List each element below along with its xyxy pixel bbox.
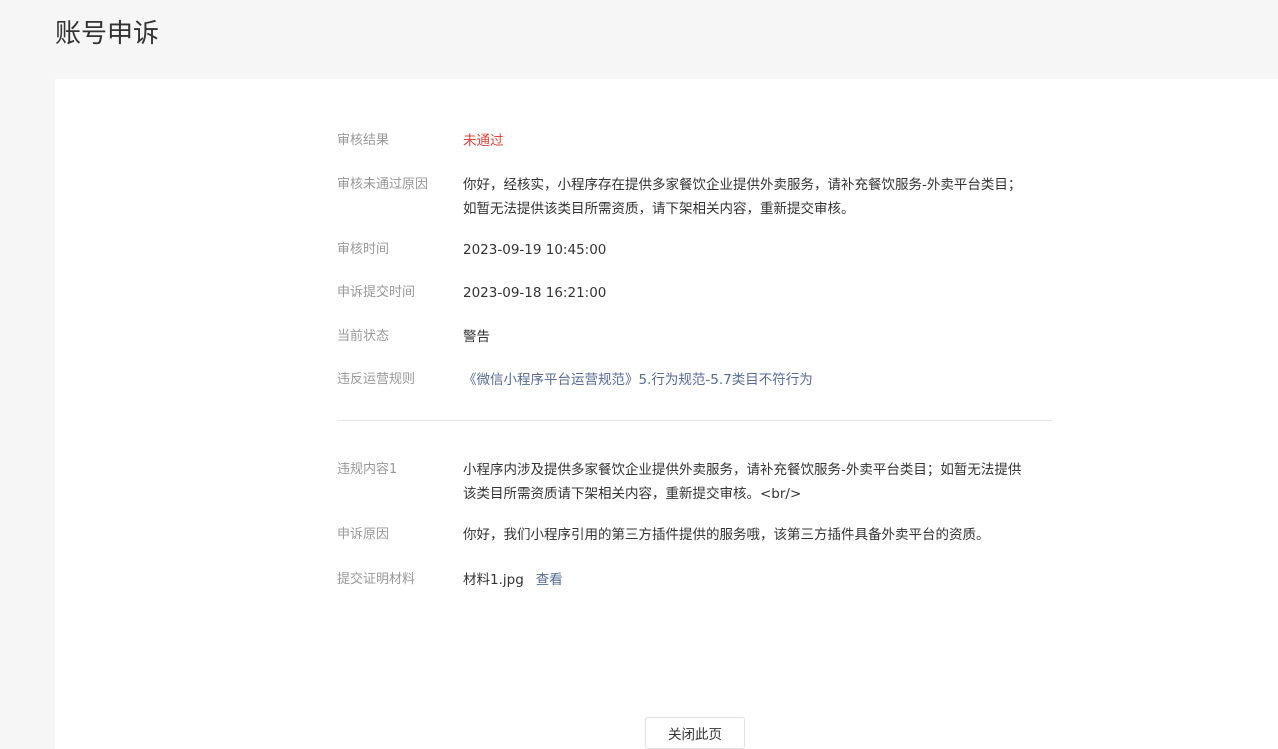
submit-time-label: 申诉提交时间 (337, 285, 416, 300)
appeal-reason-value: 你好，我们小程序引用的第三方插件提供的服务哦，该第三方插件具备外卖平台的资质。 (463, 527, 990, 543)
reject-reason-line-2: 如暂无法提供该类目所需资质，请下架相关内容，重新提交审核。 (463, 201, 855, 217)
view-material-link[interactable]: 查看 (536, 572, 563, 588)
review-time-label: 审核时间 (337, 242, 390, 257)
close-page-button[interactable]: 关闭此页 (645, 717, 745, 749)
violated-rule-link[interactable]: 《微信小程序平台运营规范》5.行为规范-5.7类目不符行为 (463, 368, 1053, 392)
violation-content-value: 小程序内涉及提供多家餐饮企业提供外卖服务，请补充餐饮服务-外卖平台类目；如暂无法… (463, 458, 1053, 506)
violation-content-line-2: 该类目所需资质请下架相关内容，重新提交审核。<br/> (463, 486, 802, 502)
section-divider (337, 420, 1052, 421)
current-status-label: 当前状态 (337, 329, 390, 344)
violation-content-line-1: 小程序内涉及提供多家餐饮企业提供外卖服务，请补充餐饮服务-外卖平台类目；如暂无法… (463, 462, 1022, 478)
submit-time-value: 2023-09-18 16:21:00 (463, 285, 607, 301)
violation-content-label: 违规内容1 (337, 462, 398, 477)
violated-rule-label: 违反运营规则 (337, 372, 416, 387)
evidence-materials-label: 提交证明材料 (337, 572, 416, 587)
review-result-label: 审核结果 (337, 133, 390, 148)
reject-reason-value: 你好，经核实，小程序存在提供多家餐饮企业提供外卖服务，请补充餐饮服务-外卖平台类… (463, 173, 1053, 221)
evidence-materials-value: 材料1.jpg 查看 (463, 568, 1053, 592)
current-status-value: 警告 (463, 329, 490, 345)
page-title: 账号申诉 (55, 19, 160, 49)
review-result-value: 未通过 (463, 133, 504, 149)
reject-reason-label: 审核未通过原因 (337, 177, 429, 192)
review-time-value: 2023-09-19 10:45:00 (463, 242, 607, 258)
appeal-reason-label: 申诉原因 (337, 527, 390, 542)
material-file-name: 材料1.jpg (463, 572, 524, 588)
appeal-detail-card: 审核结果 未通过 审核未通过原因 你好，经核实，小程序存在提供多家餐饮企业提供外… (55, 79, 1278, 749)
reject-reason-line-1: 你好，经核实，小程序存在提供多家餐饮企业提供外卖服务，请补充餐饮服务-外卖平台类… (463, 177, 1022, 193)
